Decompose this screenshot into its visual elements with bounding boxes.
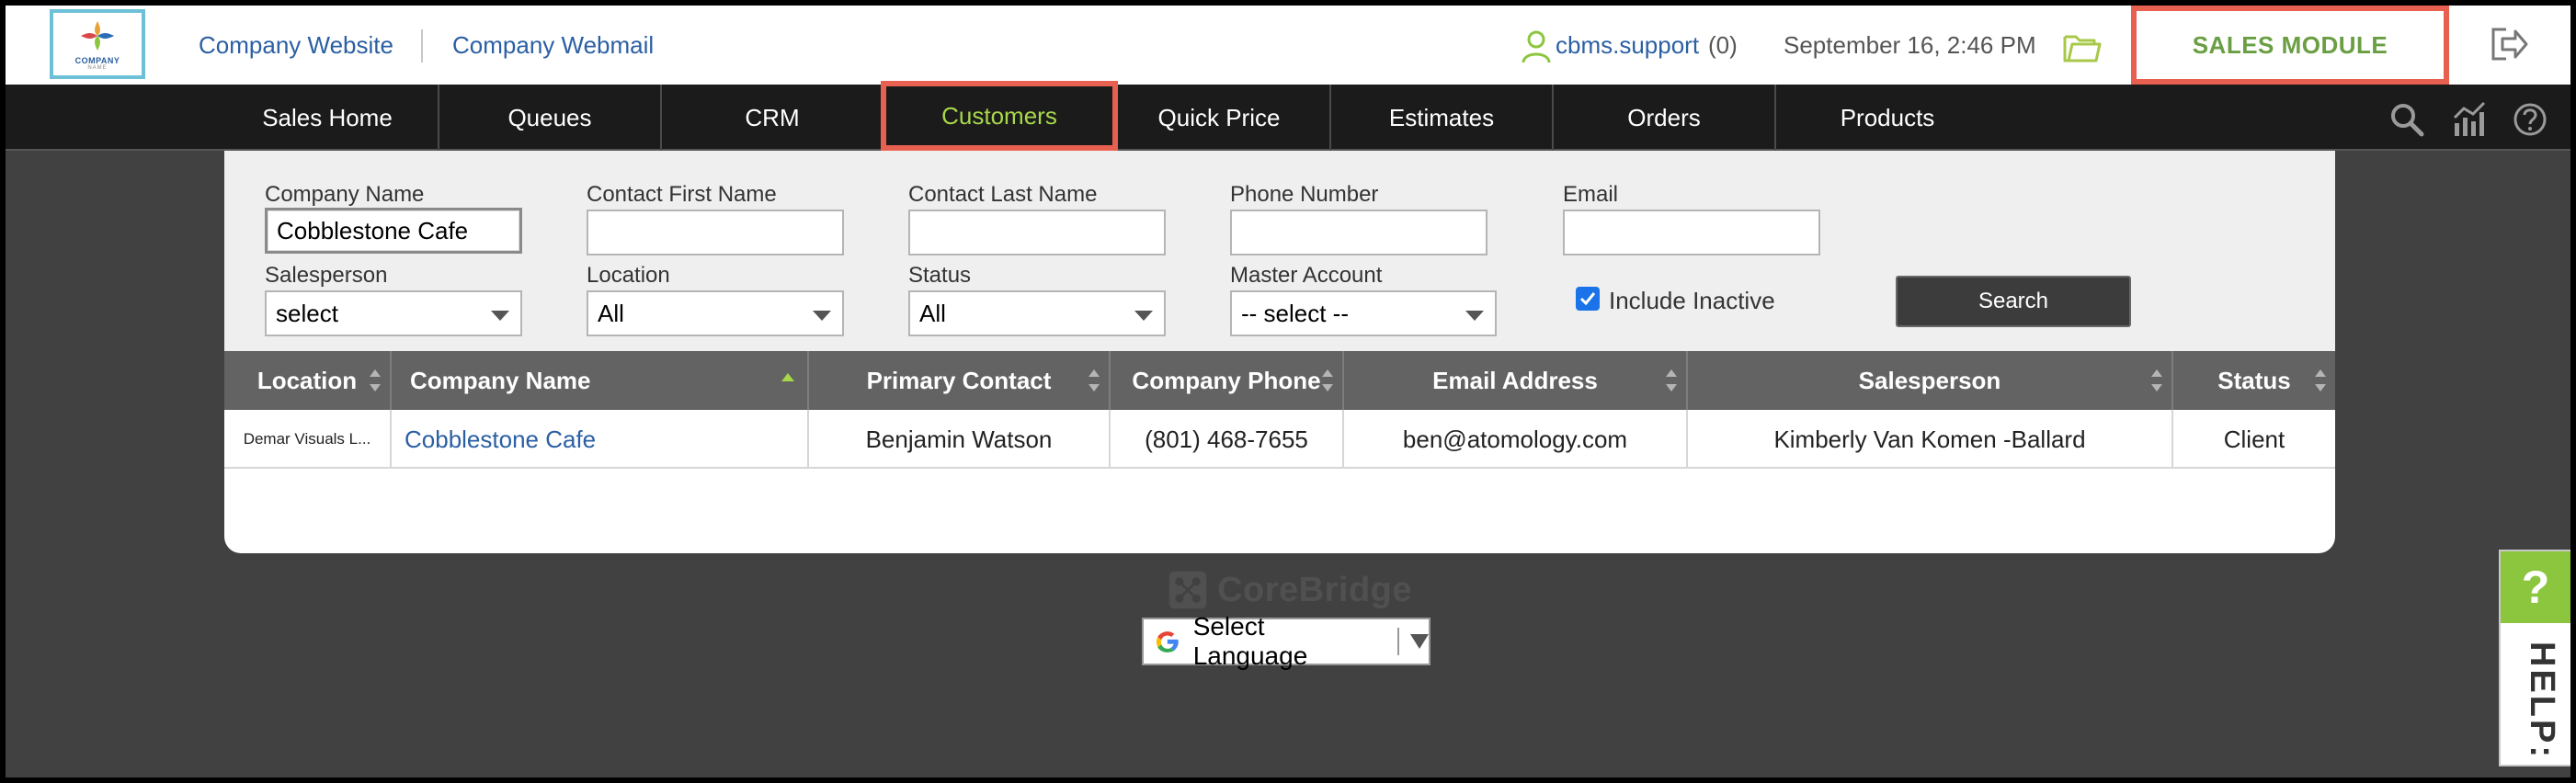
- include-inactive-checkbox[interactable]: [1576, 287, 1600, 311]
- help-circle-icon[interactable]: [2512, 101, 2548, 138]
- search-button[interactable]: Search: [1896, 276, 2131, 327]
- salesperson-select-value: select: [276, 300, 338, 327]
- customer-results-table: Location Company Name Primary Contact Co…: [224, 351, 2335, 553]
- cell-location: Demar Visuals L...: [224, 410, 392, 469]
- help-question-icon: ?: [2501, 551, 2570, 623]
- nav-item-crm[interactable]: CRM: [662, 85, 884, 151]
- company-name-input[interactable]: [265, 208, 522, 254]
- location-label: Location: [587, 263, 670, 288]
- sort-icon: [1322, 369, 1333, 392]
- salesperson-select[interactable]: select: [265, 290, 522, 336]
- company-name-link[interactable]: Cobblestone Cafe: [405, 426, 596, 454]
- sort-icon: [1089, 369, 1100, 392]
- user-icon: [1521, 29, 1552, 64]
- location-select-value: All: [598, 300, 624, 327]
- sort-icon: [2315, 369, 2326, 392]
- notification-count[interactable]: (0): [1708, 31, 1738, 60]
- app-window: COMPANY NAME Company Website Company Web…: [6, 6, 2570, 777]
- cell-company-phone: (801) 468-7655: [1111, 410, 1344, 469]
- logo-mark-icon: [77, 17, 118, 54]
- header-divider: [421, 29, 423, 62]
- cell-status: Client: [2223, 425, 2285, 453]
- help-label: HELP:: [2523, 641, 2561, 760]
- analytics-icon[interactable]: [2451, 101, 2488, 138]
- cell-primary-contact: Benjamin Watson: [809, 410, 1111, 469]
- company-name-label: Company Name: [265, 182, 425, 207]
- language-label: Select Language: [1192, 612, 1308, 670]
- current-datetime: September 16, 2:46 PM: [1784, 31, 2036, 59]
- column-header-company-name[interactable]: Company Name: [392, 351, 809, 410]
- corebridge-text: CoreBridge: [1217, 570, 1412, 609]
- chevron-down-icon: [1465, 311, 1484, 321]
- column-header-status[interactable]: Status: [2173, 351, 2335, 410]
- sort-icon: [1666, 369, 1677, 392]
- cell-email-address: ben@atomology.com: [1344, 410, 1688, 469]
- google-icon: [1156, 631, 1179, 652]
- nav-item-queues[interactable]: Queues: [439, 85, 662, 151]
- company-webmail-link[interactable]: Company Webmail: [452, 31, 654, 60]
- sort-icon: [370, 369, 381, 392]
- cell-salesperson: Kimberly Van Komen -Ballard: [1688, 410, 2173, 469]
- user-name-link[interactable]: cbms.support: [1556, 31, 1699, 60]
- top-bar: COMPANY NAME Company Website Company Web…: [6, 6, 2570, 85]
- sort-icon: [2151, 369, 2162, 392]
- contact-first-name-input[interactable]: [587, 210, 844, 255]
- contact-first-name-label: Contact First Name: [587, 182, 777, 207]
- nav-item-customers[interactable]: Customers: [881, 81, 1118, 151]
- main-nav: Sales Home Queues CRM Customers Quick Pr…: [6, 81, 2570, 151]
- phone-number-input[interactable]: [1230, 210, 1487, 255]
- chevron-down-icon: [813, 311, 831, 321]
- logo-subtext: NAME: [87, 65, 108, 71]
- contact-last-name-label: Contact Last Name: [908, 182, 1098, 207]
- checkmark-icon: [1579, 292, 1596, 306]
- language-divider: [1397, 628, 1399, 655]
- corebridge-logo: CoreBridge: [1168, 566, 1412, 614]
- help-tab[interactable]: ? HELP:: [2499, 550, 2570, 766]
- master-account-select[interactable]: -- select --: [1230, 290, 1497, 336]
- chevron-down-icon: [1134, 311, 1153, 321]
- logout-icon[interactable]: [2490, 26, 2530, 62]
- folder-icon[interactable]: [2063, 31, 2102, 64]
- status-label: Status: [908, 263, 972, 288]
- company-website-link[interactable]: Company Website: [199, 31, 393, 60]
- chevron-down-icon: [1410, 634, 1429, 649]
- column-header-company-phone[interactable]: Company Phone: [1111, 351, 1344, 410]
- column-header-salesperson[interactable]: Salesperson: [1688, 351, 2173, 410]
- sales-module-button[interactable]: SALES MODULE: [2131, 6, 2449, 85]
- location-select[interactable]: All: [587, 290, 844, 336]
- column-header-email-address[interactable]: Email Address: [1344, 351, 1688, 410]
- nav-item-estimates[interactable]: Estimates: [1331, 85, 1554, 151]
- email-input[interactable]: [1563, 210, 1820, 255]
- customer-filter-panel: Company Name Contact First Name Contact …: [224, 151, 2335, 351]
- table-header: Location Company Name Primary Contact Co…: [224, 351, 2335, 410]
- nav-item-quick-price[interactable]: Quick Price: [1109, 85, 1331, 151]
- logo-text: COMPANY: [74, 56, 120, 65]
- email-label: Email: [1563, 182, 1619, 207]
- salesperson-label: Salesperson: [265, 263, 388, 288]
- include-inactive-label[interactable]: Include Inactive: [1609, 287, 1775, 315]
- phone-number-label: Phone Number: [1230, 182, 1379, 207]
- status-select-value: All: [919, 300, 946, 327]
- cell-company-name: Cobblestone Cafe: [392, 410, 809, 469]
- search-icon[interactable]: [2388, 101, 2425, 138]
- sort-ascending-icon: [781, 373, 794, 381]
- contact-last-name-input[interactable]: [908, 210, 1166, 255]
- status-select[interactable]: All: [908, 290, 1166, 336]
- company-logo[interactable]: COMPANY NAME: [50, 9, 145, 79]
- corebridge-mark-icon: [1168, 571, 1207, 609]
- column-header-primary-contact[interactable]: Primary Contact: [809, 351, 1111, 410]
- nav-item-products[interactable]: Products: [1776, 85, 1999, 151]
- nav-item-orders[interactable]: Orders: [1554, 85, 1776, 151]
- column-header-location[interactable]: Location: [224, 351, 392, 410]
- master-account-select-value: -- select --: [1241, 300, 1349, 327]
- language-selector[interactable]: Select Language: [1142, 612, 1430, 670]
- master-account-label: Master Account: [1230, 263, 1383, 288]
- nav-item-sales-home[interactable]: Sales Home: [217, 85, 439, 151]
- table-row[interactable]: Demar Visuals L... Cobblestone Cafe Benj…: [224, 410, 2335, 469]
- chevron-down-icon: [491, 311, 509, 321]
